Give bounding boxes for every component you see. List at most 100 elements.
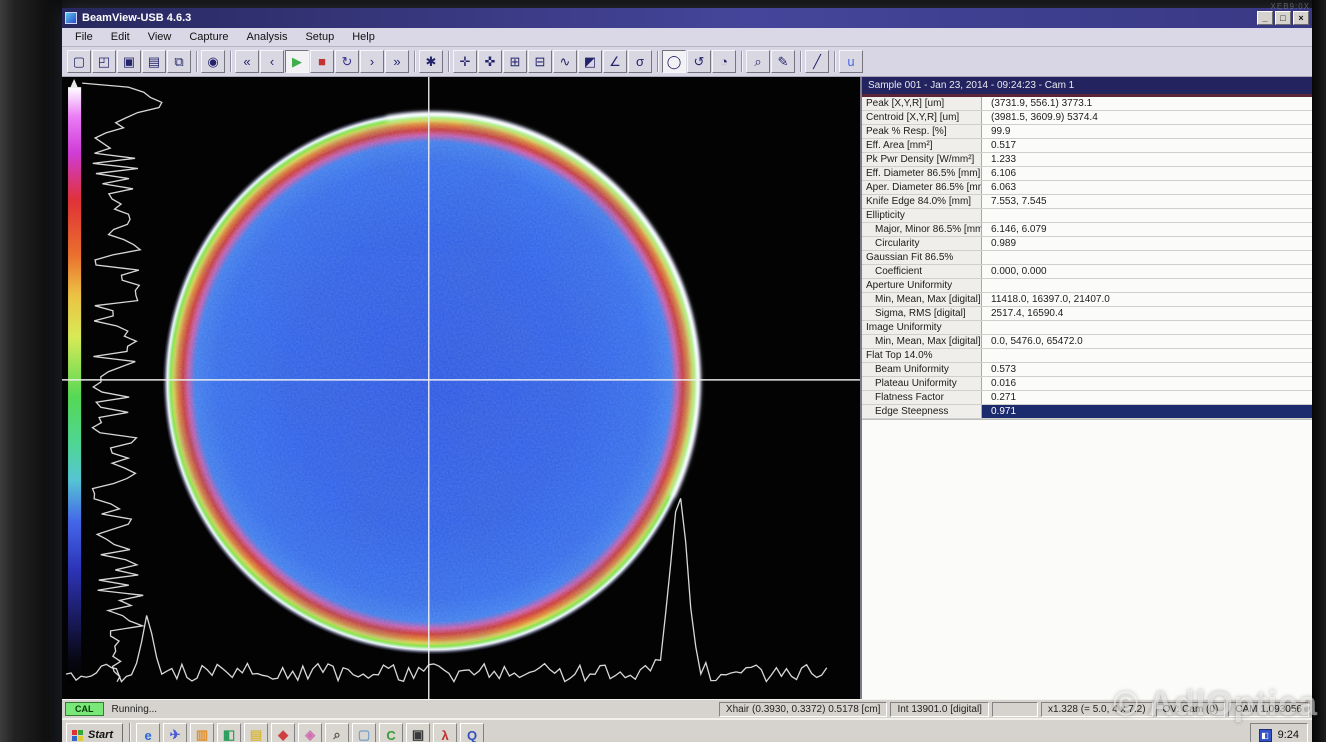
misc-button[interactable]: u <box>839 50 863 73</box>
h-axis-button[interactable]: ⊞ <box>503 50 527 73</box>
stats-row[interactable]: Knife Edge 84.0% [mm]7.553, 7.545 <box>862 195 1312 209</box>
stats-row[interactable]: Eff. Diameter 86.5% [mm]6.106 <box>862 167 1312 181</box>
taskbar-icon-7[interactable]: ◈ <box>298 723 322 742</box>
taskbar-icon-3[interactable]: ▥ <box>190 723 214 742</box>
line-tool-button[interactable]: ╱ <box>805 50 829 73</box>
capture-button[interactable]: ◉ <box>201 50 225 73</box>
stats-row[interactable]: Ellipticity <box>862 209 1312 223</box>
zoom-button[interactable]: ⌕ <box>746 50 770 73</box>
menu-capture[interactable]: Capture <box>180 30 237 44</box>
stats-value: (3731.9, 556.1) 3773.1 <box>982 97 1312 110</box>
stats-label: Min, Mean, Max [digital] <box>862 335 982 348</box>
toolbar-separator <box>657 51 658 72</box>
move-crosshair-button[interactable]: ✜ <box>478 50 502 73</box>
new-button[interactable]: ▢ <box>67 50 91 73</box>
last-frame-button[interactable]: » <box>385 50 409 73</box>
title-bar[interactable]: BeamView-USB 4.6.3 _□× <box>62 8 1312 28</box>
stats-value: 7.553, 7.545 <box>982 195 1312 208</box>
stats-row[interactable]: Aper. Diameter 86.5% [mm]6.063 <box>862 181 1312 195</box>
record-button[interactable]: ■ <box>310 50 334 73</box>
xhair-readout: Xhair (0.3930, 0.3372) 0.5178 [cm] <box>719 702 888 717</box>
taskbar-icon-6[interactable]: ◆ <box>271 723 295 742</box>
toolbar-separator <box>448 51 449 72</box>
next-frame-button[interactable]: › <box>360 50 384 73</box>
menu-edit[interactable]: Edit <box>102 30 139 44</box>
sigma-button[interactable]: σ <box>628 50 652 73</box>
taskbar-icon-2[interactable]: ✈ <box>163 723 187 742</box>
camera-settings-button[interactable]: ✱ <box>419 50 443 73</box>
taskbar-icon-8[interactable]: ⌕ <box>325 723 349 742</box>
menu-help[interactable]: Help <box>343 30 384 44</box>
stats-row[interactable]: Flatness Factor0.271 <box>862 391 1312 405</box>
statistics-table: Peak [X,Y,R] [um](3731.9, 556.1) 3773.1C… <box>862 97 1312 420</box>
minimize-button[interactable]: _ <box>1257 11 1273 25</box>
open-button[interactable]: ◰ <box>92 50 116 73</box>
stats-row[interactable]: Sigma, RMS [digital]2517.4, 16590.4 <box>862 307 1312 321</box>
stats-value <box>982 209 1312 222</box>
taskbar-icon-10[interactable]: C <box>379 723 403 742</box>
start-button[interactable]: Start <box>66 723 123 742</box>
stats-row[interactable]: Peak [X,Y,R] [um](3731.9, 556.1) 3773.1 <box>862 97 1312 111</box>
fit-line-button[interactable]: ∠ <box>603 50 627 73</box>
menu-view[interactable]: View <box>139 30 181 44</box>
save-button[interactable]: ▣ <box>117 50 141 73</box>
stats-row[interactable]: Min, Mean, Max [digital]0.0, 5476.0, 654… <box>862 335 1312 349</box>
slope-button[interactable]: ∿ <box>553 50 577 73</box>
play-button[interactable]: ▶ <box>285 50 309 73</box>
stats-row[interactable]: Coefficient0.000, 0.000 <box>862 265 1312 279</box>
camera-osd-text: XEB9:0X <box>1271 2 1310 11</box>
rotate-button[interactable]: ↺ <box>687 50 711 73</box>
taskbar-icon-13[interactable]: Q <box>460 723 484 742</box>
stats-row[interactable]: Eff. Area [mm²]0.517 <box>862 139 1312 153</box>
stats-value: 0.0, 5476.0, 65472.0 <box>982 335 1312 348</box>
prev-frame-button[interactable]: ‹ <box>260 50 284 73</box>
stats-row[interactable]: Beam Uniformity0.573 <box>862 363 1312 377</box>
menu-setup[interactable]: Setup <box>296 30 343 44</box>
stats-row[interactable]: Centroid [X,Y,R] [um](3981.5, 3609.9) 53… <box>862 111 1312 125</box>
menu-analysis[interactable]: Analysis <box>238 30 297 44</box>
taskbar-icon-11[interactable]: ▣ <box>406 723 430 742</box>
first-frame-button[interactable]: « <box>235 50 259 73</box>
stats-row[interactable]: Min, Mean, Max [digital]11418.0, 16397.0… <box>862 293 1312 307</box>
aperture-circle-button[interactable]: ◯ <box>662 50 686 73</box>
cal-badge[interactable]: CAL <box>65 702 104 716</box>
toolbar-separator <box>834 51 835 72</box>
stats-row[interactable]: Aperture Uniformity <box>862 279 1312 293</box>
stats-row[interactable]: Flat Top 14.0% <box>862 349 1312 363</box>
close-button[interactable]: × <box>1293 11 1309 25</box>
tray-app-icon[interactable]: ◧ <box>1259 729 1272 742</box>
crosshair-button[interactable]: ✛ <box>453 50 477 73</box>
taskbar-icon-12[interactable]: λ <box>433 723 457 742</box>
stats-row[interactable]: Peak % Resp. [%]99.9 <box>862 125 1312 139</box>
maximize-button[interactable]: □ <box>1275 11 1291 25</box>
stats-label: Circularity <box>862 237 982 250</box>
clip-level-button[interactable]: ◔ <box>712 50 736 73</box>
print-button[interactable]: ▤ <box>142 50 166 73</box>
stats-row[interactable]: Pk Pwr Density [W/mm²]1.233 <box>862 153 1312 167</box>
menu-bar: FileEditViewCaptureAnalysisSetupHelp <box>62 28 1312 47</box>
stats-row[interactable]: Gaussian Fit 86.5% <box>862 251 1312 265</box>
stats-row[interactable]: Edge Steepness0.971 <box>862 405 1312 419</box>
refresh-button[interactable]: ↻ <box>335 50 359 73</box>
stats-label: Flat Top 14.0% <box>862 349 982 362</box>
stats-label: Beam Uniformity <box>862 363 982 376</box>
taskbar-icon-4[interactable]: ◧ <box>217 723 241 742</box>
stats-value: 2517.4, 16590.4 <box>982 307 1312 320</box>
taskbar-icon-1[interactable]: e <box>136 723 160 742</box>
stats-label: Plateau Uniformity <box>862 377 982 390</box>
menu-file[interactable]: File <box>66 30 102 44</box>
beam-image-canvas[interactable] <box>62 77 860 699</box>
copy-button[interactable]: ⧉ <box>167 50 191 73</box>
annotate-button[interactable]: ✎ <box>771 50 795 73</box>
taskbar-icon-9[interactable]: ▢ <box>352 723 376 742</box>
cursor-tools-button[interactable]: ◩ <box>578 50 602 73</box>
stats-row[interactable]: Image Uniformity <box>862 321 1312 335</box>
v-axis-button[interactable]: ⊟ <box>528 50 552 73</box>
taskbar-icon-5[interactable]: ▤ <box>244 723 268 742</box>
stats-row[interactable]: Circularity0.989 <box>862 237 1312 251</box>
bias-readout <box>992 702 1038 717</box>
stats-row[interactable]: Major, Minor 86.5% [mm]6.146, 6.079 <box>862 223 1312 237</box>
stats-value: 6.146, 6.079 <box>982 223 1312 236</box>
stats-row[interactable]: Plateau Uniformity0.016 <box>862 377 1312 391</box>
toolbar-separator <box>800 51 801 72</box>
